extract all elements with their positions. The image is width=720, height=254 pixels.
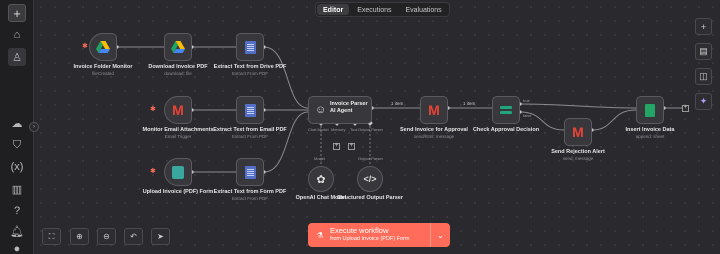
node-label: Insert Invoice Data append: sheet <box>625 127 675 139</box>
add-memory-button[interactable]: + <box>333 143 340 150</box>
flask-icon: ⚗ <box>316 230 324 240</box>
node-label: Send Rejection Alert send: message <box>551 149 605 161</box>
node-extract-text-drive[interactable] <box>236 33 264 61</box>
edge-label: 1 item <box>391 101 404 106</box>
agent-title: Invoice Parser AI Agent <box>330 101 368 114</box>
help-icon[interactable]: ? <box>8 202 26 220</box>
node-download-invoice-pdf[interactable] <box>164 33 192 61</box>
document-icon <box>244 165 256 179</box>
node-invoice-folder-monitor[interactable] <box>89 33 117 61</box>
node-upload-invoice-form[interactable] <box>164 158 192 186</box>
port-label-memory: Memory <box>331 127 346 132</box>
tab-evaluations[interactable]: Evaluations <box>399 4 447 15</box>
ai-assistant-icon[interactable]: ✦ <box>695 93 712 110</box>
google-drive-icon <box>96 41 110 53</box>
port-label-tool: Tool <box>350 127 358 132</box>
node-label: Extract Text from Form PDF Extract From … <box>213 189 287 201</box>
add-node-after-button[interactable]: + <box>682 105 689 112</box>
undo-icon[interactable]: ↶ <box>124 228 143 245</box>
openai-icon: ✿ <box>316 173 326 186</box>
view-tabs: Editor Executions Evaluations <box>315 2 450 17</box>
document-icon <box>244 103 256 117</box>
port-label-chat-model: Chat Model <box>308 127 329 132</box>
bell-icon[interactable]: 🔔︎ <box>8 222 26 240</box>
node-label: Download Invoice PDF download: file <box>148 64 208 76</box>
execute-title: Execute workflow <box>330 226 389 235</box>
trigger-bolt-icon: ✱ <box>150 168 156 175</box>
node-extract-text-email[interactable] <box>236 96 264 124</box>
edge-label: 1 item <box>463 101 476 106</box>
google-drive-icon <box>171 41 185 53</box>
execute-subtitle: from Upload Invoice (PDF) Form <box>330 236 410 242</box>
tab-editor[interactable]: Editor <box>317 4 350 15</box>
avatar[interactable]: ● <box>8 243 26 254</box>
node-insert-invoice-data[interactable] <box>636 96 664 124</box>
gmail-icon: M <box>572 124 584 140</box>
google-sheets-icon <box>645 103 655 117</box>
execute-text: Execute workflow from Upload Invoice (PD… <box>330 227 409 243</box>
gmail-icon: M <box>428 102 440 118</box>
form-icon <box>172 165 184 179</box>
chart-icon[interactable]: ▥ <box>8 180 26 198</box>
trigger-bolt-icon: ✱ <box>150 106 156 113</box>
gmail-icon: M <box>172 102 184 118</box>
node-extract-text-form[interactable] <box>236 158 264 186</box>
node-label: Check Approval Decision <box>472 127 540 133</box>
select-tool-icon[interactable]: ➤ <box>151 228 170 245</box>
branch-label-false: false <box>523 113 532 118</box>
add-icon[interactable]: + <box>8 4 26 22</box>
collapse-sidebar-icon[interactable]: › <box>29 122 39 132</box>
sticky-note-icon[interactable]: ▤ <box>695 43 712 60</box>
trigger-bolt-icon: ✱ <box>82 43 88 50</box>
execute-workflow-button[interactable]: ⚗ Execute workflow from Upload Invoice (… <box>308 223 450 247</box>
port-label-output-parser: Output Parser <box>358 127 383 132</box>
shield-icon[interactable]: ⛉ <box>8 136 26 154</box>
fit-view-icon[interactable]: ⛶ <box>42 228 61 245</box>
node-structured-output-parser[interactable]: </> <box>357 166 383 192</box>
variables-icon[interactable]: (x) <box>8 158 26 176</box>
panel-icon[interactable]: ◫ <box>695 68 712 85</box>
port-label-model: Model <box>314 156 325 161</box>
home-icon[interactable]: ⌂ <box>8 26 26 44</box>
tab-executions[interactable]: Executions <box>351 4 397 15</box>
if-icon <box>500 105 512 115</box>
node-label: Monitor Email Attachments Email Trigger <box>142 127 214 139</box>
add-tool-button[interactable]: + <box>348 143 355 150</box>
node-label: Invoice Folder Monitor fileCreated <box>73 64 133 76</box>
robot-icon: ☺ <box>315 104 327 116</box>
node-label: Send Invoice for Approval send/html: mes… <box>400 127 468 139</box>
cloud-icon[interactable]: ☁ <box>8 114 26 132</box>
branch-label-true: true <box>523 98 530 103</box>
add-node-icon[interactable]: + <box>695 18 712 35</box>
node-monitor-email[interactable]: M <box>164 96 192 124</box>
document-icon <box>244 40 256 54</box>
node-check-approval[interactable] <box>492 96 520 124</box>
node-send-rejection[interactable]: M <box>564 118 592 146</box>
node-label: Extract Text from Email PDF Extract From… <box>213 127 287 139</box>
chevron-down-icon[interactable]: ⌄ <box>430 223 450 247</box>
user-icon[interactable]: ♙ <box>8 48 26 66</box>
code-icon: </> <box>363 174 377 184</box>
zoom-out-icon[interactable]: ⊖ <box>97 228 116 245</box>
zoom-in-icon[interactable]: ⊕ <box>70 228 89 245</box>
node-label: Extract Text from Drive PDF Extract From… <box>213 64 287 76</box>
node-label: Structured Output Parser <box>336 195 403 201</box>
node-openai-chat-model[interactable]: ✿ <box>308 166 334 192</box>
node-send-invoice-approval[interactable]: M <box>420 96 448 124</box>
port-label-output-parser: Output Parser <box>358 156 383 161</box>
node-label: Upload Invoice (PDF) Form <box>142 189 214 195</box>
